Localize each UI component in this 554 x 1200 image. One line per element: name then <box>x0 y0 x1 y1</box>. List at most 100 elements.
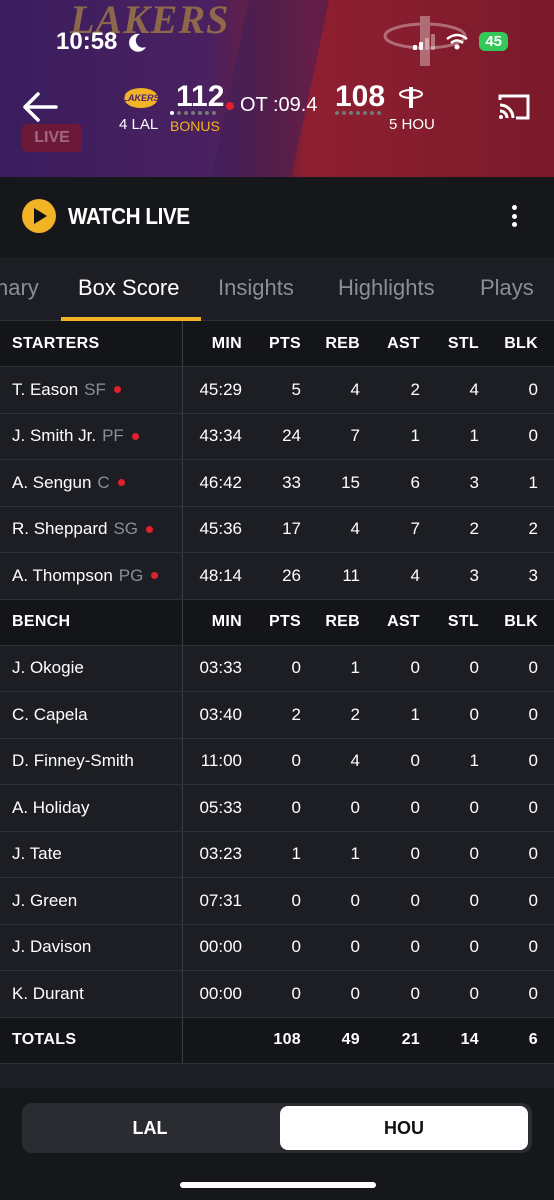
tab-box-score[interactable]: Box Score <box>78 275 180 301</box>
bench-row[interactable]: K. Durant 00:00 0 0 0 0 0 <box>0 971 554 1018</box>
stat-stl: 4 <box>469 379 479 399</box>
cast-icon[interactable] <box>496 92 532 122</box>
stat-ast: 7 <box>410 519 420 539</box>
stat-pts: 26 <box>282 565 301 585</box>
player-name[interactable]: A. Thompson <box>12 566 113 586</box>
on-court-indicator-icon <box>146 525 154 533</box>
player-position: PG <box>118 565 144 585</box>
game-clock: OT :09.4 <box>226 94 317 117</box>
stat-min: 43:34 <box>199 426 242 446</box>
status-bar-icons: 45 <box>413 32 508 51</box>
stat-stl: 0 <box>469 658 479 678</box>
game-header: LAKERS 10:58 45 LIVE LAKERS 4 LAL 112 BO… <box>0 0 554 177</box>
stat-ast: 0 <box>410 844 420 864</box>
stat-pts: 0 <box>291 890 301 910</box>
player-name[interactable]: C. Capela <box>12 705 88 725</box>
player-name[interactable]: K. Durant <box>12 984 84 1004</box>
player-name[interactable]: J. Smith Jr. <box>12 426 96 446</box>
totals-row: TOTALS 108 49 21 14 6 <box>0 1017 554 1064</box>
team-toggle-lal[interactable]: LAL <box>22 1103 278 1153</box>
lakers-logo-icon: LAKERS <box>123 88 160 108</box>
stat-blk: 2 <box>528 519 538 539</box>
stat-pts: 0 <box>291 937 301 957</box>
starter-row[interactable]: A. Sengun C 46:42 33 15 6 3 1 <box>0 460 554 507</box>
totals-label: TOTALS <box>12 1031 77 1048</box>
tab-summary[interactable]: nary <box>0 275 39 301</box>
bench-header-row: BENCH MIN PTS REB AST STL BLK <box>0 599 554 646</box>
bench-row[interactable]: J. Davison 00:00 0 0 0 0 0 <box>0 924 554 971</box>
watch-live-bar[interactable]: WATCH LIVE <box>0 177 554 257</box>
player-name[interactable]: D. Finney-Smith <box>12 751 134 771</box>
stat-ast: 1 <box>410 704 420 724</box>
stat-stl: 0 <box>469 704 479 724</box>
stat-min: 48:14 <box>199 565 242 585</box>
stat-reb: 2 <box>350 704 360 724</box>
stat-pts: 2 <box>291 704 301 724</box>
stat-ast: 0 <box>410 751 420 771</box>
bench-row[interactable]: C. Capela 03:40 2 2 1 0 0 <box>0 692 554 739</box>
bench-row[interactable]: D. Finney-Smith 11:00 0 4 0 1 0 <box>0 738 554 785</box>
player-name[interactable]: T. Eason <box>12 380 78 400</box>
starter-row[interactable]: T. Eason SF 45:29 5 4 2 4 0 <box>0 367 554 414</box>
column-header-blk: BLK <box>504 334 538 352</box>
rockets-logo-icon <box>399 87 423 108</box>
stat-min: 45:36 <box>199 519 242 539</box>
tab-plays[interactable]: Plays <box>480 275 534 301</box>
bench-row[interactable]: A. Holiday 05:33 0 0 0 0 0 <box>0 785 554 832</box>
column-header-blk: BLK <box>504 613 538 630</box>
more-options-icon[interactable] <box>508 203 520 229</box>
total-reb: 49 <box>341 1031 360 1048</box>
stat-ast: 4 <box>410 565 420 585</box>
stat-ast: 0 <box>410 658 420 678</box>
player-name[interactable]: J. Tate <box>12 844 62 864</box>
stat-blk: 0 <box>528 797 538 817</box>
stat-pts: 1 <box>291 844 301 864</box>
on-court-indicator-icon <box>117 479 125 487</box>
home-indicator <box>180 1182 376 1188</box>
stat-ast: 2 <box>410 379 420 399</box>
player-name[interactable]: J. Okogie <box>12 658 84 678</box>
home-score: 108 <box>335 80 386 113</box>
on-court-indicator-icon <box>131 432 139 440</box>
bonus-label: BONUS <box>170 118 220 134</box>
stat-pts: 24 <box>282 426 301 446</box>
bench-row[interactable]: J. Tate 03:23 1 1 0 0 0 <box>0 831 554 878</box>
stat-blk: 0 <box>528 658 538 678</box>
player-name[interactable]: R. Sheppard <box>12 519 107 539</box>
stat-reb: 15 <box>341 472 360 492</box>
stat-pts: 0 <box>291 658 301 678</box>
starter-row[interactable]: J. Smith Jr. PF 43:34 24 7 1 1 0 <box>0 413 554 460</box>
total-blk: 6 <box>528 1031 538 1048</box>
bench-row[interactable]: J. Okogie 03:33 0 1 0 0 0 <box>0 645 554 692</box>
stat-ast: 0 <box>410 937 420 957</box>
stat-reb: 0 <box>350 983 360 1003</box>
team-toggle: LAL HOU <box>22 1103 532 1153</box>
stat-min: 00:00 <box>199 937 242 957</box>
play-icon[interactable] <box>22 199 56 233</box>
column-header-min: MIN <box>211 334 242 352</box>
stat-reb: 0 <box>350 937 360 957</box>
moon-icon <box>129 33 146 52</box>
player-name[interactable]: J. Davison <box>12 937 91 957</box>
player-name[interactable]: J. Green <box>12 891 77 911</box>
watch-live-label[interactable]: WATCH LIVE <box>68 203 190 230</box>
starter-row[interactable]: R. Sheppard SG 45:36 17 4 7 2 2 <box>0 506 554 553</box>
stat-reb: 1 <box>350 658 360 678</box>
stat-reb: 4 <box>350 751 360 771</box>
on-court-indicator-icon <box>151 572 159 580</box>
team-toggle-hou[interactable]: HOU <box>280 1106 528 1150</box>
stat-min: 46:42 <box>199 472 242 492</box>
stat-stl: 0 <box>469 937 479 957</box>
back-arrow-icon[interactable] <box>20 90 60 124</box>
stat-reb: 0 <box>350 890 360 910</box>
stat-blk: 0 <box>528 844 538 864</box>
stat-ast: 6 <box>410 472 420 492</box>
player-name[interactable]: A. Sengun <box>12 473 91 493</box>
bench-row[interactable]: J. Green 07:31 0 0 0 0 0 <box>0 878 554 925</box>
tab-insights[interactable]: Insights <box>218 275 294 301</box>
stat-min: 07:31 <box>199 890 242 910</box>
tab-highlights[interactable]: Highlights <box>338 275 435 301</box>
starter-row[interactable]: A. Thompson PG 48:14 26 11 4 3 3 <box>0 553 554 600</box>
starters-title: STARTERS <box>12 334 100 352</box>
player-name[interactable]: A. Holiday <box>12 798 89 818</box>
